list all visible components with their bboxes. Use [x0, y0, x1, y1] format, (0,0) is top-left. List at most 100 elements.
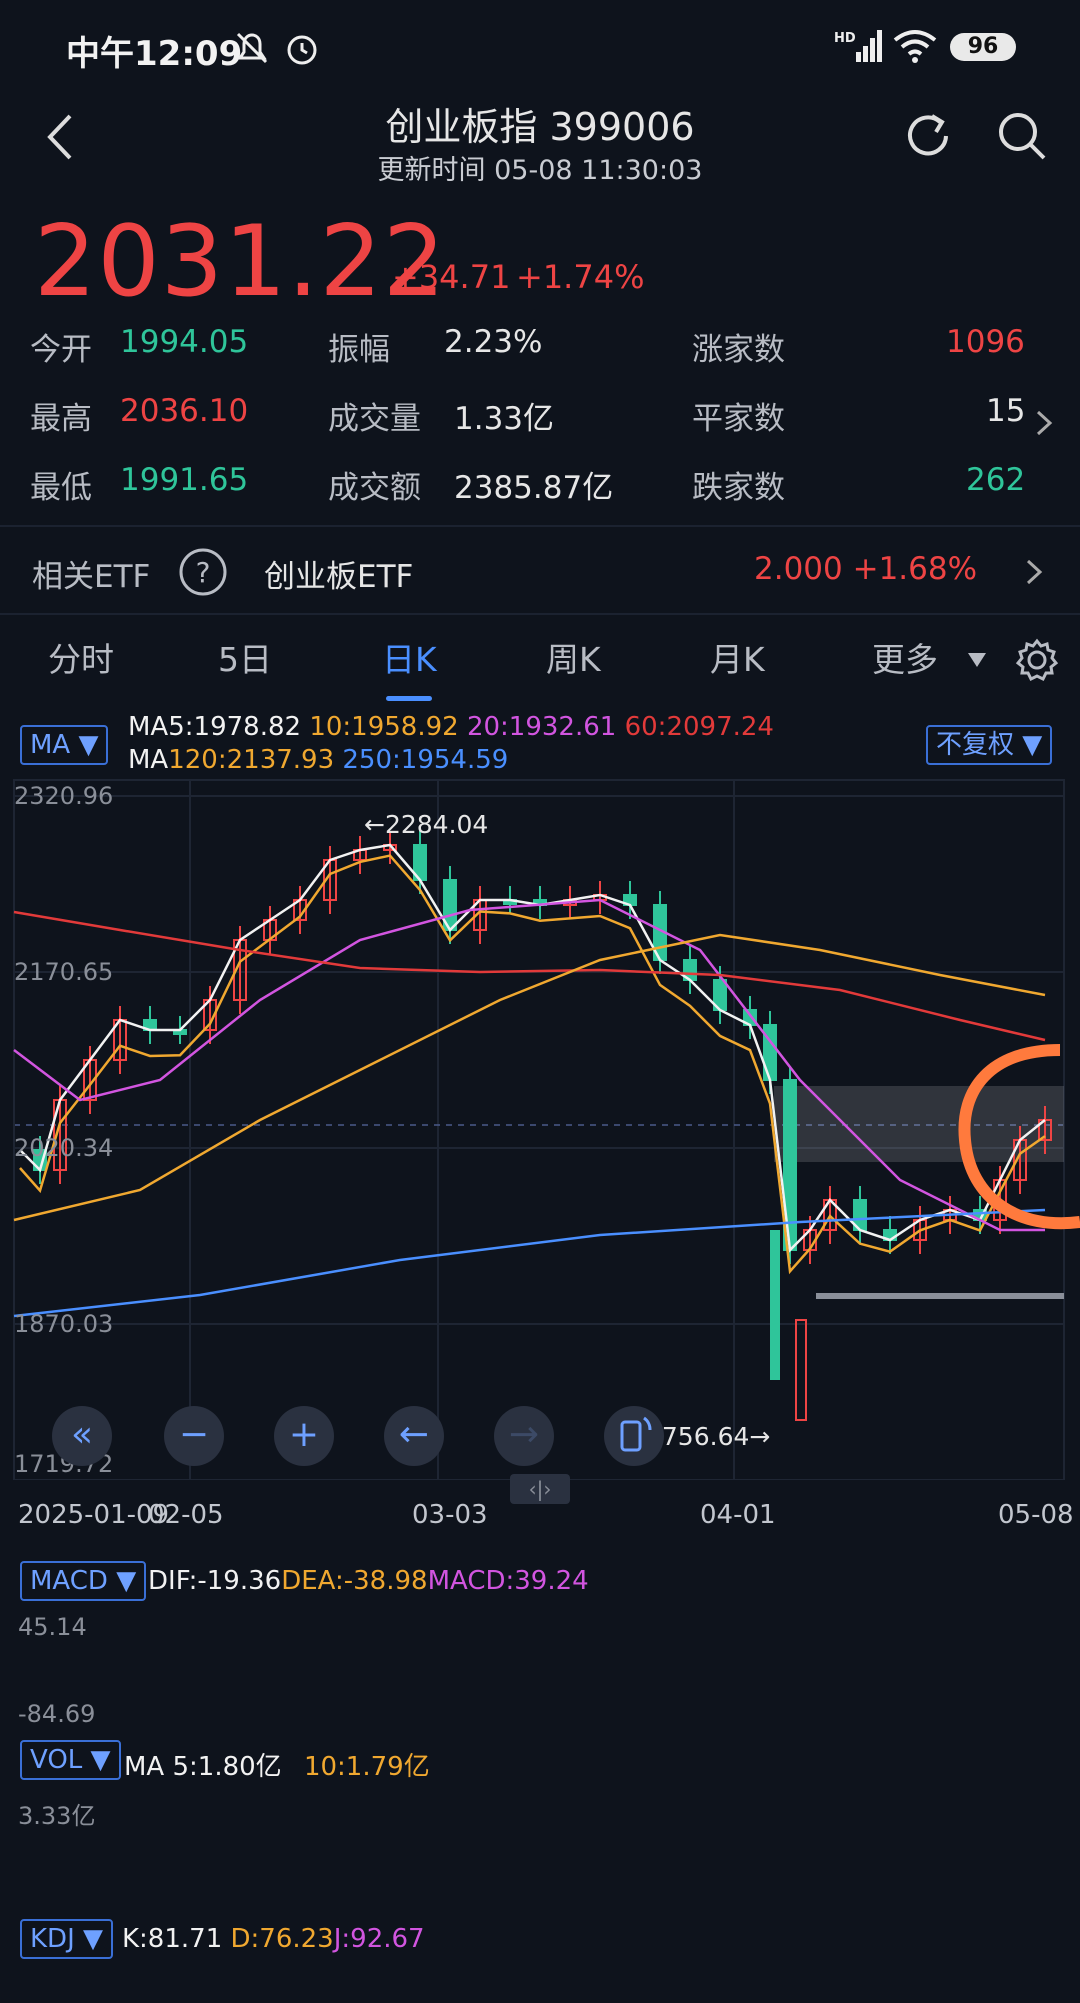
stat-label: 平家数 [692, 401, 785, 437]
axis-label: 2320.96 [14, 782, 114, 810]
dropdown-triangle-icon [968, 653, 986, 667]
highlight-box [774, 1086, 1064, 1162]
candle-body [803, 1229, 817, 1251]
candle-body [443, 879, 457, 931]
price-change: +34.71 [392, 258, 511, 296]
ma20-line [13, 898, 1045, 1232]
stat-value: 2.23% [444, 324, 543, 360]
candle-body [713, 979, 727, 1011]
zoom-out-button[interactable]: − [164, 1406, 224, 1466]
candle-body [1038, 1119, 1052, 1141]
date-label: 03-03 [412, 1500, 488, 1530]
related-etf-row[interactable]: 相关ETF ? 创业板ETF 2.000 +1.68% [0, 527, 1080, 613]
stat-value: 1096 [946, 324, 1025, 360]
scroll-left-button[interactable]: ← [384, 1406, 444, 1466]
zoom-first-button[interactable]: « [52, 1406, 112, 1466]
search-icon[interactable] [994, 108, 1050, 164]
candle-body [743, 1009, 757, 1026]
period-tabs: 分时 5日 日K 周K 月K 更多 [0, 605, 1080, 701]
active-tab-indicator [386, 696, 432, 701]
candle-body [623, 894, 637, 906]
candle-body [993, 1179, 1007, 1221]
candle-body [113, 1019, 127, 1061]
zoom-in-button[interactable]: + [274, 1406, 334, 1466]
d-value: D:76.23 [230, 1924, 334, 1954]
candle-body [883, 1229, 897, 1241]
settings-gear-icon[interactable] [1014, 637, 1060, 683]
candle-body [473, 899, 487, 931]
vol-ma5-value: MA 5:1.80亿 [124, 1752, 282, 1782]
tab-intraday[interactable]: 分时 [48, 633, 114, 681]
candle-body [913, 1219, 927, 1241]
scroll-right-button[interactable]: → [494, 1406, 554, 1466]
ma120-line [13, 933, 1046, 1222]
tab-more[interactable]: 更多 [872, 633, 938, 681]
tab-monthly-k[interactable]: 月K [710, 633, 765, 681]
stat-value: 15 [986, 393, 1026, 429]
ma-values-line1: MA5:1978.82 10:1958.92 20:1932.61 60:209… [128, 712, 774, 742]
candle-body [143, 1019, 157, 1031]
ma-selector[interactable]: MA ▼ [20, 725, 109, 765]
kdj-selector[interactable]: KDJ ▼ [20, 1919, 113, 1959]
etf-price-change: 2.000 +1.68% [754, 551, 978, 587]
candle-body [653, 904, 667, 961]
candle-body [203, 999, 217, 1031]
stat-label: 最低 [30, 470, 92, 506]
stat-label: 涨家数 [692, 332, 785, 368]
ma-values-line2: MA120:2137.93 250:1954.59 [128, 745, 508, 775]
etf-label: 相关ETF [32, 559, 151, 595]
chevron-right-icon [1026, 559, 1043, 585]
dea-value: DEA:-38.98 [281, 1566, 428, 1596]
candle-body [503, 899, 517, 905]
vol-selector[interactable]: VOL ▼ [20, 1740, 121, 1780]
stat-value: 262 [966, 462, 1026, 498]
axis-label: 2170.65 [14, 958, 114, 986]
stat-label: 跌家数 [692, 470, 785, 506]
tab-5day[interactable]: 5日 [218, 633, 272, 681]
candle-body [823, 1199, 837, 1231]
axis-label: 2020.34 [14, 1134, 114, 1162]
axis-label: -84.69 [18, 1700, 96, 1728]
svg-text:?: ? [196, 556, 211, 589]
refresh-icon[interactable] [900, 108, 956, 164]
vol-values: MA 5:1.80亿 10:1.79亿 [124, 1746, 430, 1783]
tab-weekly-k[interactable]: 周K [546, 633, 601, 681]
candle-body [533, 899, 547, 906]
status-bar: 中午12:09 HD 96 [0, 0, 1080, 96]
ma5-value: MA5:1978.82 [128, 712, 302, 742]
candle-body [293, 899, 307, 921]
rotate-icon[interactable] [604, 1406, 664, 1466]
candle-body [263, 919, 277, 941]
candle-body [593, 894, 607, 901]
ma250-value: 250:1954.59 [342, 745, 509, 775]
stat-value: 1994.05 [120, 324, 249, 360]
stat-label: 今开 [30, 332, 92, 368]
stat-value: 2385.87亿 [454, 470, 614, 506]
stat-value: 1.33亿 [454, 401, 555, 437]
candle-body [770, 1230, 780, 1380]
nav-bar: 创业板指 399006 更新时间 05-08 11:30:03 [0, 96, 1080, 196]
macd-selector[interactable]: MACD ▼ [20, 1561, 147, 1601]
price-adjust-selector[interactable]: 不复权 ▼ [926, 725, 1053, 765]
date-label: 02-05 [148, 1500, 224, 1530]
plot-frame [13, 779, 1065, 1480]
candle-body [1013, 1139, 1027, 1181]
price-change-pct: +1.74% [516, 258, 645, 296]
chart-drag-handle[interactable]: ‹|› [510, 1474, 570, 1504]
ma10-line [19, 854, 1046, 1275]
candle-body [563, 899, 577, 906]
candle-body [323, 859, 337, 901]
dif-value: DIF:-19.36 [148, 1566, 282, 1596]
battery-indicator: 96 [950, 33, 1016, 61]
ma120-value: 120:2137.93 [168, 745, 335, 775]
chevron-right-icon[interactable] [1034, 408, 1054, 438]
ma10-value: 10:1958.92 [309, 712, 459, 742]
help-icon[interactable]: ? [178, 547, 228, 597]
candle-body [233, 939, 247, 1001]
stat-label: 最高 [30, 401, 92, 437]
candle-body [413, 844, 427, 881]
axis-label: 1870.03 [14, 1310, 114, 1338]
candle-body [783, 1079, 797, 1251]
tab-daily-k[interactable]: 日K [382, 633, 437, 681]
signal-icon: HD [834, 30, 882, 62]
